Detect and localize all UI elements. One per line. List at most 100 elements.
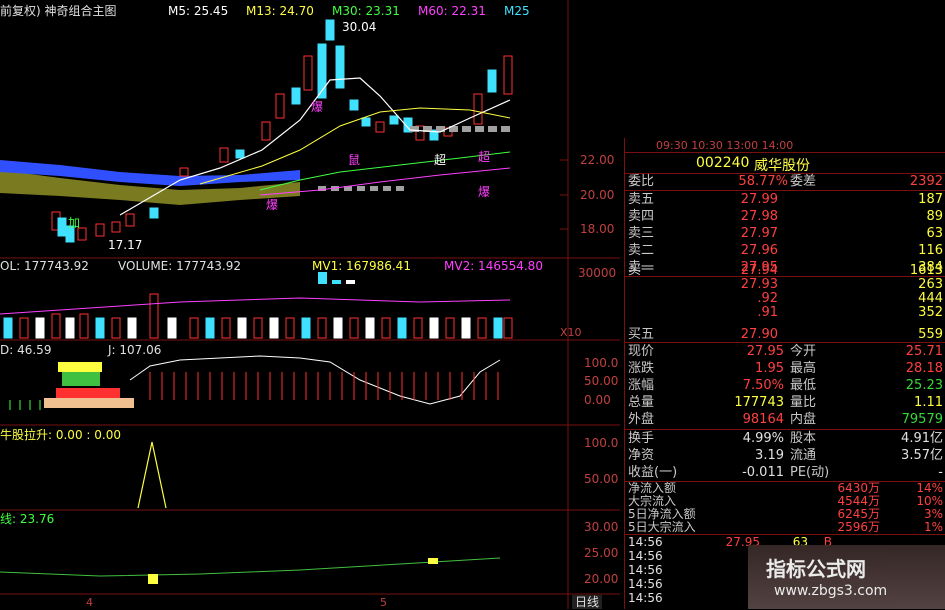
stat-label: 外盘 [628,412,655,427]
stat2-label-2: 流通 [790,448,817,463]
sell-label: 卖五 [628,192,655,207]
line-axis-20: 20.00 [584,572,619,586]
price-axis-18: 18.00 [580,222,615,236]
period-tab[interactable]: 日线 [572,595,603,609]
volume-bar [269,317,279,339]
sell-label: 卖四 [628,209,655,224]
volume-bar [333,317,343,339]
volume-bar [397,317,407,339]
line-legend: 线: 23.76 [0,512,55,526]
sell-volume: 187 [918,192,943,207]
volume-bar [127,317,137,339]
ma60-legend: M60: 22.31 [418,4,486,18]
stat-value-2: 79579 [901,412,943,427]
sell-volume: 89 [926,209,943,224]
stat-value-2: 25.71 [905,344,943,359]
sell-row: 卖三 27.97 63 [628,225,945,242]
candle [111,221,121,233]
volume-bar [477,317,487,339]
date-axis-4: 4 [86,596,93,609]
mv2-legend: MV2: 146554.80 [444,259,543,273]
stat-row: 涨跌 1.95 最高 28.18 [628,360,945,377]
watermark-title: 指标公式网 [766,557,866,581]
volume-bar [51,313,61,339]
watermark-box: 指标公式网 www.zbgs3.com [748,545,945,609]
volume-unit: X10 [560,326,582,339]
buy-row: .91 352 [628,304,945,321]
candle [149,207,159,219]
kdj-signal-block [58,362,102,372]
watermark-url: www.zbgs3.com [774,583,888,599]
stat-value: 1.95 [755,361,784,376]
volume-bar [349,317,359,339]
flow-pct: 1% [923,520,943,534]
stat2-value-2: 3.57亿 [901,448,943,463]
sell-label: 卖三 [628,226,655,241]
volume-bar [285,317,295,339]
flow-label: 5日大宗流入 [628,520,696,534]
kdj-signal-block [62,372,100,386]
stat-value: 177743 [734,395,784,410]
weibi-row: 委比 58.77% 委差 2392 [628,173,945,190]
jia-marker: 加 [68,216,81,230]
kdj-axis-100: 100.0 [584,356,619,370]
volume-bar [19,317,29,339]
buy-label: 买五 [628,327,655,342]
bao-marker-3: 爆 [478,185,491,199]
candle [235,149,245,159]
trend-line [0,557,501,577]
volume-bar [149,293,159,339]
buy-volume: 352 [918,305,943,320]
kdj-axis-50: 50.00 [584,374,619,388]
shu-marker: 鼠 [348,153,361,167]
stat2-value: 4.99% [742,431,784,446]
candle [57,217,67,237]
candle [179,167,189,177]
volume-bar [189,317,199,339]
stat-value: 7.50% [742,378,784,393]
sell-row: 卖二 27.96 116 [628,242,945,259]
trend-marker [148,574,158,584]
volume-bar [429,317,439,339]
volume-bar-top [332,280,341,284]
marker-square [370,186,378,191]
stat-row: 现价 27.95 今开 25.71 [628,343,945,360]
volume-bar [111,317,121,339]
buy-price: .91 [757,305,778,320]
vol-legend: OL: 177743.92 [0,259,89,273]
price-axis-20: 20.00 [580,188,615,202]
stat-label: 涨跌 [628,361,655,376]
candle [275,93,285,119]
stat2-value-2: 4.91亿 [901,431,943,446]
stat-value-2: 25.23 [905,378,943,393]
candle [95,223,105,237]
stat-value-2: 1.11 [914,395,943,410]
trend-marker [428,558,438,564]
kdj-axis-0: 0.00 [584,393,611,407]
stat-label-2: 量比 [790,395,817,410]
ma30-legend: M30: 23.31 [332,4,400,18]
volume-axis-top: 30000 [578,266,617,280]
volume-bar [221,317,231,339]
volume-bar [79,313,89,339]
candle [389,115,399,125]
mv-line [0,297,511,315]
tick-time: 14:56 [628,591,663,605]
volume-bar [237,317,247,339]
candle [325,19,335,41]
kdj-signal-block [56,388,120,398]
weibi-value: 58.77% [738,174,788,189]
niu-spike [137,441,167,509]
marker-square [383,186,391,191]
flow-value: 2596万 [837,520,880,534]
marker-square [396,186,404,191]
candle [361,117,371,127]
volume-bar [461,317,471,339]
volume-bar [65,317,75,339]
volume-bar [205,317,215,339]
candle [487,69,497,93]
volume-bar [167,317,177,339]
bao-marker-1: 爆 [311,100,324,114]
mv1-legend: MV1: 167986.41 [312,259,411,273]
kdj-signal-block [44,398,134,408]
